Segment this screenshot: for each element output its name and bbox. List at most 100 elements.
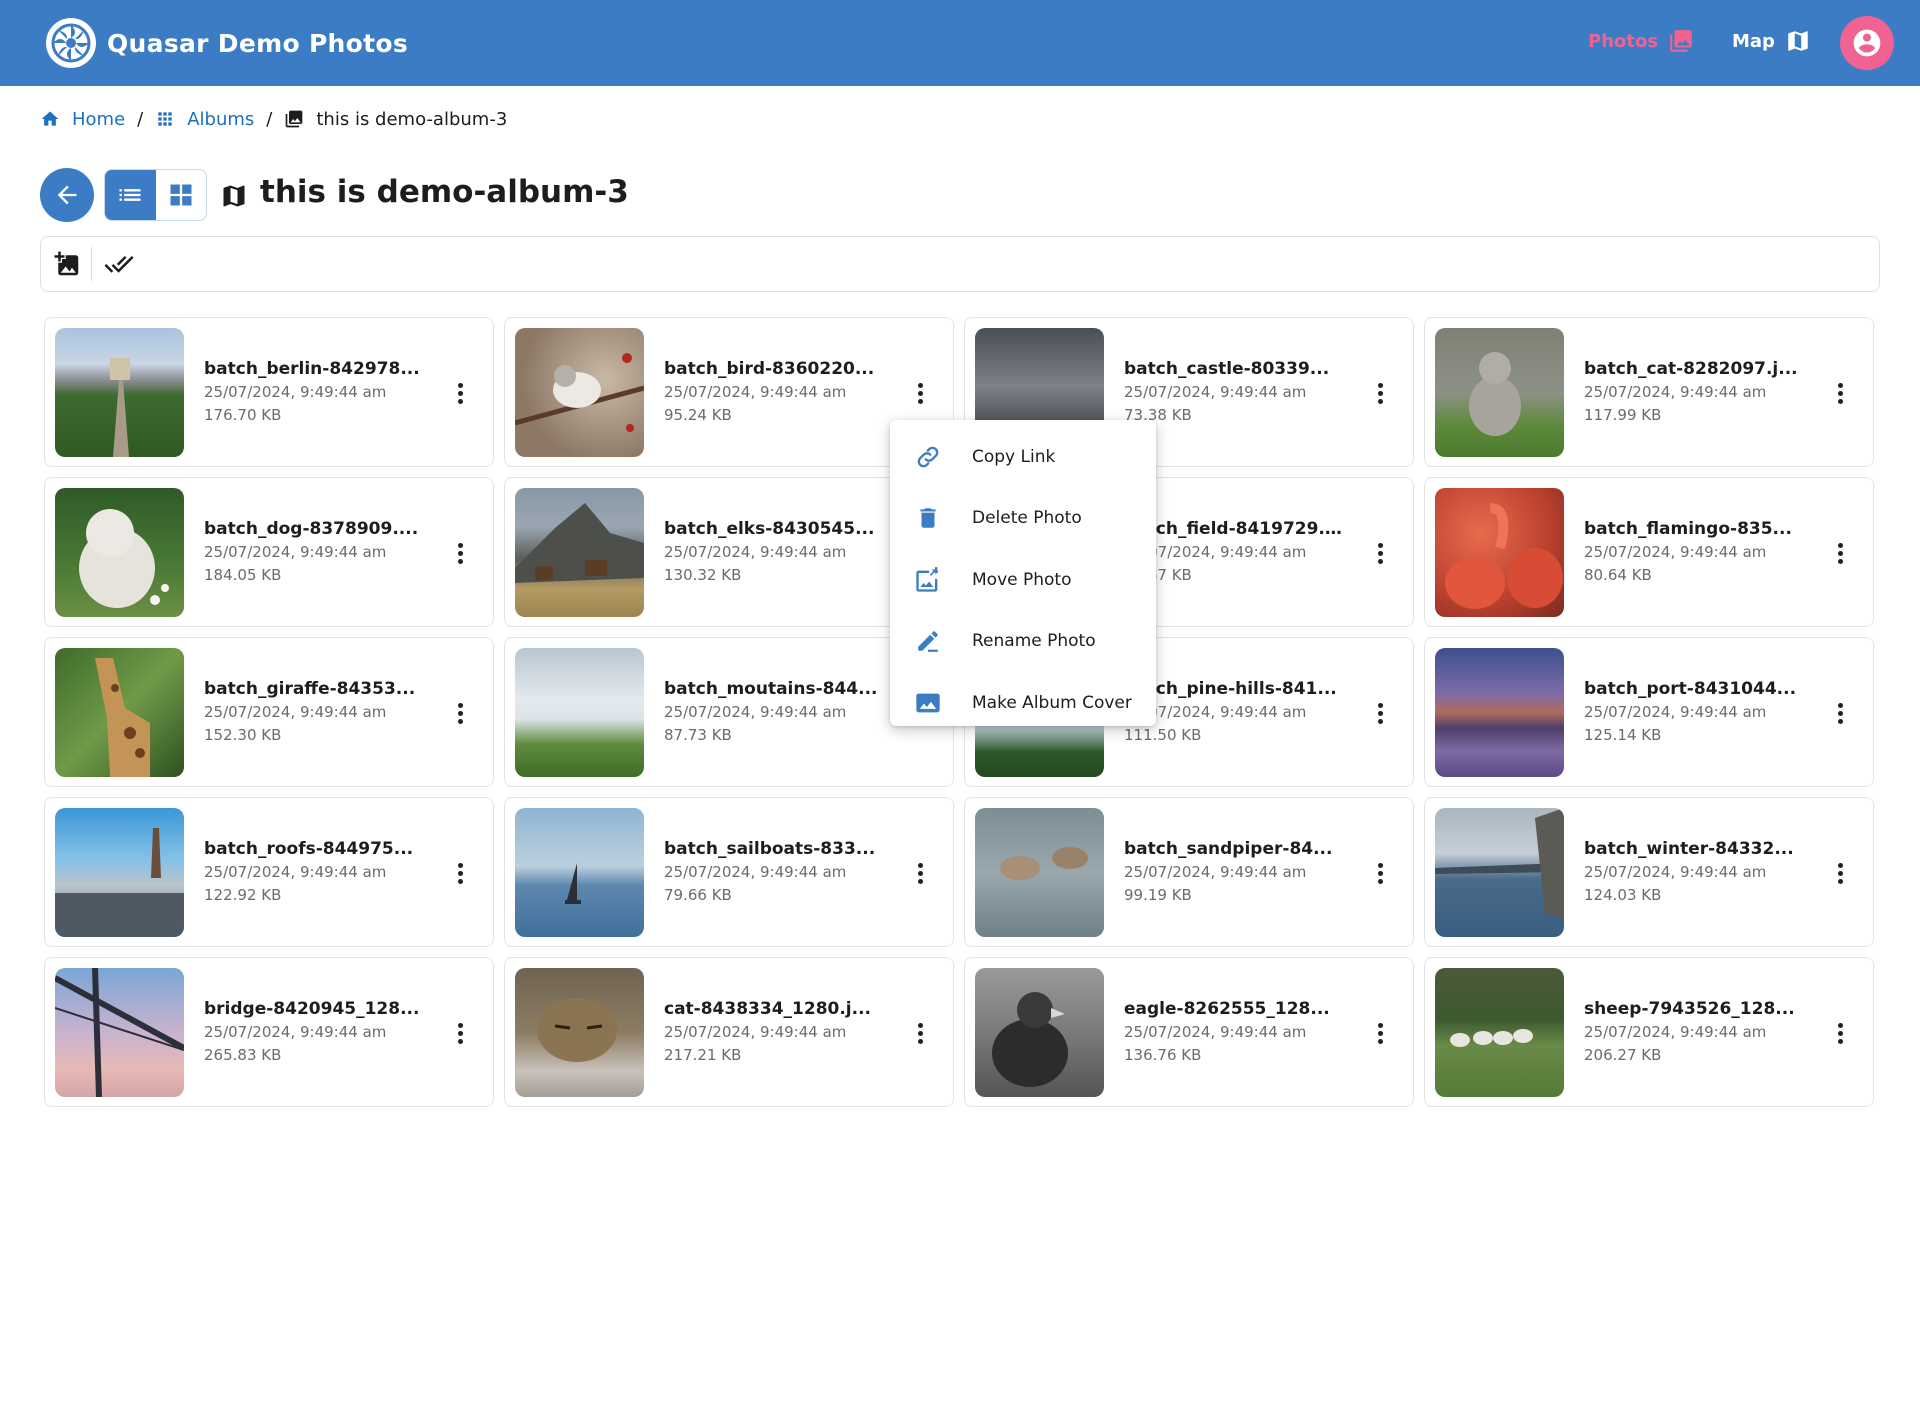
menu-item-make-album-cover[interactable]: Make Album Cover (890, 672, 1156, 734)
album-toolbar (40, 236, 1880, 292)
photo-card[interactable]: batch_sandpiper-84... 25/07/2024, 9:49:44… (964, 797, 1414, 947)
photo-card[interactable]: batch_dog-8378909.... 25/07/2024, 9:49:44… (44, 477, 494, 627)
photo-name: batch_flamingo-835... (1584, 519, 1792, 539)
photo-thumbnail[interactable] (55, 327, 184, 457)
map-icon[interactable] (220, 182, 248, 210)
photo-name: batch_cat-8282097.j... (1584, 359, 1798, 379)
more-vert-button[interactable] (1823, 1016, 1857, 1050)
photo-library-icon (286, 110, 303, 128)
menu-item-label: Move Photo (972, 569, 1072, 590)
more-vert-button[interactable] (1363, 1016, 1397, 1050)
more-vert-button[interactable] (1363, 536, 1397, 570)
breadcrumb: Home / Albums / this is demo-album-3 (40, 106, 507, 132)
photo-card[interactable]: batch_moutains-844... 25/07/2024, 9:49:44… (504, 637, 954, 787)
brand[interactable]: Quasar Demo Photos (46, 18, 408, 68)
photo-thumbnail[interactable] (1435, 487, 1564, 617)
photo-size: 117.99 KB (1584, 406, 1662, 424)
nav-map-link[interactable]: Map (1732, 28, 1811, 54)
photo-card[interactable]: sheep-7943526_128... 25/07/2024, 9:49:44 … (1424, 957, 1874, 1107)
select-all-button[interactable] (96, 241, 142, 287)
photo-thumbnail[interactable] (515, 967, 644, 1097)
grid-view-button[interactable] (156, 170, 207, 220)
photo-date: 25/07/2024, 9:49:44 am (664, 863, 847, 881)
menu-item-move-photo[interactable]: Move Photo (890, 549, 1156, 611)
more-vert-button[interactable] (1823, 696, 1857, 730)
menu-item-delete-photo[interactable]: Delete Photo (890, 488, 1156, 550)
more-vert-button[interactable] (1363, 856, 1397, 890)
photo-date: 25/07/2024, 9:49:44 am (664, 543, 847, 561)
more-vert-button[interactable] (903, 1016, 937, 1050)
photo-thumbnail[interactable] (55, 807, 184, 937)
photo-name: batch_port-8431044... (1584, 679, 1797, 699)
photo-name: batch_moutains-844... (664, 679, 878, 699)
photo-size: 217.21 KB (664, 1046, 742, 1064)
photo-thumbnail[interactable] (1435, 807, 1564, 937)
more-vert-button[interactable] (903, 376, 937, 410)
app-title: Quasar Demo Photos (107, 28, 409, 58)
photo-name: batch_giraffe-84353... (204, 679, 416, 699)
photo-thumbnail[interactable] (1435, 327, 1564, 457)
photo-card[interactable]: batch_giraffe-84353... 25/07/2024, 9:49:4… (44, 637, 494, 787)
app-header: Quasar Demo Photos Photos Map (0, 0, 1920, 86)
more-vert-button[interactable] (903, 856, 937, 890)
map-icon (1788, 31, 1808, 51)
more-vert-button[interactable] (443, 536, 477, 570)
quasar-logo-icon (46, 18, 96, 68)
breadcrumb-albums[interactable]: Albums (155, 109, 254, 130)
photo-date: 25/07/2024, 9:49:44 am (1584, 1023, 1767, 1041)
photo-size: 152.30 KB (204, 726, 282, 744)
photo-card[interactable]: batch_port-8431044... 25/07/2024, 9:49:44… (1424, 637, 1874, 787)
list-view-button[interactable] (105, 170, 156, 220)
nav-photos-label: Photos (1588, 30, 1659, 52)
photo-size: 125.14 KB (1584, 726, 1662, 744)
photo-card[interactable]: batch_bird-8360220... 25/07/2024, 9:49:44… (504, 317, 954, 467)
photo-thumbnail[interactable] (1435, 967, 1564, 1097)
photo-name: batch_berlin-842978... (204, 359, 420, 379)
menu-item-rename-photo[interactable]: Rename Photo (890, 611, 1156, 673)
more-vert-button[interactable] (443, 1016, 477, 1050)
photo-thumbnail[interactable] (55, 647, 184, 777)
page-title: this is demo-album-3 (260, 174, 629, 210)
add-photo-button[interactable] (44, 241, 90, 287)
more-vert-button[interactable] (1363, 376, 1397, 410)
menu-item-label: Copy Link (972, 446, 1056, 467)
photo-thumbnail[interactable] (55, 487, 184, 617)
more-vert-button[interactable] (1363, 696, 1397, 730)
photo-card[interactable]: bridge-8420945_128... 25/07/2024, 9:49:44… (44, 957, 494, 1107)
photo-card[interactable]: batch_cat-8282097.j... 25/07/2024, 9:49:4… (1424, 317, 1874, 467)
photo-thumbnail[interactable] (515, 487, 644, 617)
more-vert-button[interactable] (443, 696, 477, 730)
menu-item-label: Make Album Cover (972, 692, 1132, 713)
more-vert-button[interactable] (443, 376, 477, 410)
more-vert-button[interactable] (443, 856, 477, 890)
breadcrumb-home[interactable]: Home (40, 109, 125, 130)
photo-card[interactable]: batch_sailboats-833... 25/07/2024, 9:49:4… (504, 797, 954, 947)
photo-thumbnail[interactable] (975, 807, 1104, 937)
photo-thumbnail[interactable] (975, 967, 1104, 1097)
photo-name: bridge-8420945_128... (204, 999, 420, 1019)
photo-card[interactable]: eagle-8262555_128... 25/07/2024, 9:49:44 … (964, 957, 1414, 1107)
breadcrumb-current: this is demo-album-3 (284, 109, 507, 130)
photo-thumbnail[interactable] (515, 807, 644, 937)
photo-card[interactable]: batch_winter-84332... 25/07/2024, 9:49:44… (1424, 797, 1874, 947)
more-vert-button[interactable] (1823, 536, 1857, 570)
more-vert-button[interactable] (1823, 856, 1857, 890)
back-button[interactable] (40, 168, 94, 222)
photo-card[interactable]: batch_flamingo-835... 25/07/2024, 9:49:44… (1424, 477, 1874, 627)
menu-item-copy-link[interactable]: Copy Link (890, 426, 1156, 488)
breadcrumb-current-label: this is demo-album-3 (316, 108, 508, 130)
photo-card[interactable]: batch_berlin-842978... 25/07/2024, 9:49:4… (44, 317, 494, 467)
photo-name: batch_dog-8378909.... (204, 519, 419, 539)
photo-thumbnail[interactable] (55, 967, 184, 1097)
more-vert-button[interactable] (1823, 376, 1857, 410)
photo-card[interactable]: batch_elks-8430545... 25/07/2024, 9:49:44… (504, 477, 954, 627)
photo-thumbnail[interactable] (515, 327, 644, 457)
nav-photos-link[interactable]: Photos (1588, 28, 1694, 54)
photo-card[interactable]: batch_roofs-844975... 25/07/2024, 9:49:44… (44, 797, 494, 947)
breadcrumb-albums-label: Albums (187, 108, 255, 130)
photo-thumbnail[interactable] (515, 647, 644, 777)
account-avatar-button[interactable] (1840, 16, 1894, 70)
photo-date: 25/07/2024, 9:49:44 am (664, 1023, 847, 1041)
photo-card[interactable]: cat-8438334_1280.j... 25/07/2024, 9:49:44… (504, 957, 954, 1107)
photo-thumbnail[interactable] (1435, 647, 1564, 777)
